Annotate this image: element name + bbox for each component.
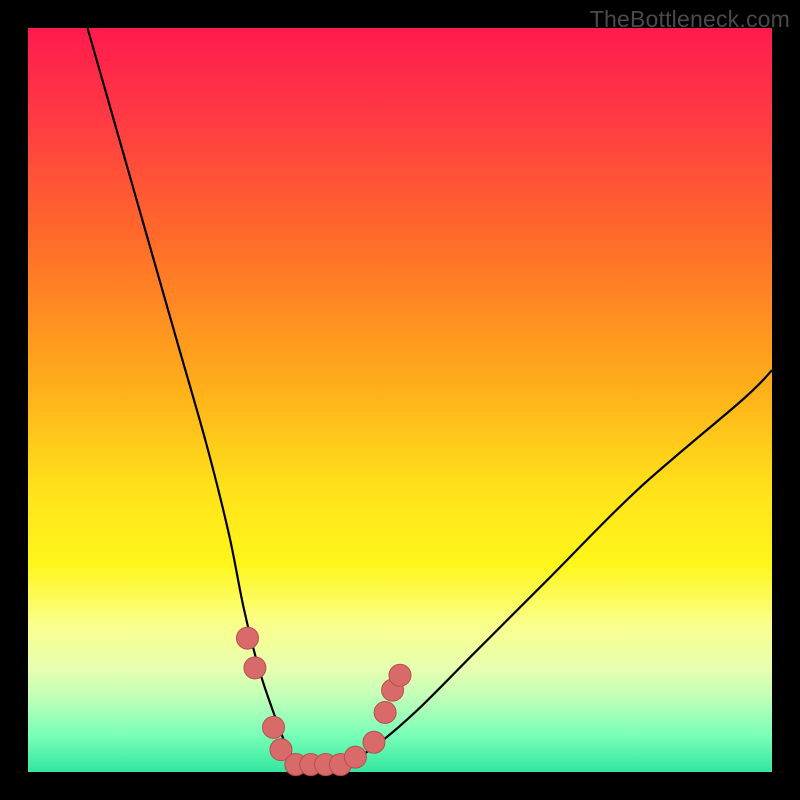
marker-point	[363, 731, 385, 753]
curve-svg	[28, 28, 772, 772]
marker-point	[236, 627, 258, 649]
marker-point	[374, 701, 396, 723]
marker-point	[344, 746, 366, 768]
marker-point	[389, 664, 411, 686]
plot-area	[28, 28, 772, 772]
curve-markers	[236, 627, 411, 775]
marker-point	[244, 657, 266, 679]
watermark-text: TheBottleneck.com	[590, 6, 790, 33]
bottleneck-curve	[88, 28, 772, 766]
marker-point	[263, 716, 285, 738]
chart-frame: TheBottleneck.com	[0, 0, 800, 800]
